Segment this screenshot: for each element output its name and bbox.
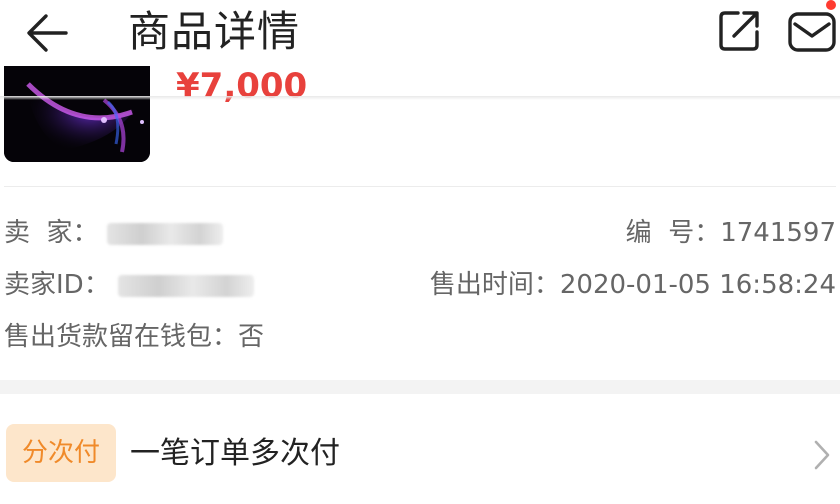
mail-icon <box>788 12 836 52</box>
number-row: 编 号：1741597 <box>626 216 836 250</box>
header-divider <box>0 96 840 100</box>
wallet-value: 否 <box>238 322 265 352</box>
arrow-left-icon <box>27 14 68 52</box>
number-value: 1741597 <box>720 218 836 248</box>
product-price: ¥7,000 <box>176 66 308 106</box>
seller-id-row: 卖家ID： <box>4 268 254 302</box>
sold-time-row: 售出时间：2020-01-05 16:58:24 <box>430 268 836 302</box>
number-label: 编 号： <box>625 218 721 248</box>
installment-badge: 分次付 <box>6 424 116 482</box>
page-title: 商品详情 <box>128 7 301 56</box>
divider <box>4 186 836 187</box>
back-button[interactable] <box>22 10 72 56</box>
chevron-right-icon <box>814 440 830 470</box>
app-header: 商品详情 <box>0 0 840 66</box>
notification-dot <box>826 0 836 10</box>
sold-time-value: 2020-01-05 16:58:24 <box>559 270 836 300</box>
seller-id-masked <box>117 274 254 297</box>
installment-text: 一笔订单多次付 <box>130 436 340 471</box>
seller-label: 卖 家： <box>4 218 99 248</box>
section-separator <box>0 380 840 394</box>
seller-row: 卖 家： <box>4 216 223 250</box>
mail-button[interactable] <box>786 6 838 54</box>
installment-row[interactable]: 分次付 一笔订单多次付 <box>0 394 840 504</box>
wallet-label: 售出货款留在钱包： <box>4 322 239 352</box>
seller-name-masked <box>106 222 223 245</box>
share-icon <box>719 11 759 51</box>
sold-time-label: 售出时间： <box>429 270 560 300</box>
wallet-row: 售出货款留在钱包：否 <box>4 320 264 354</box>
seller-id-label: 卖家ID： <box>4 270 110 300</box>
share-button[interactable] <box>716 8 762 54</box>
